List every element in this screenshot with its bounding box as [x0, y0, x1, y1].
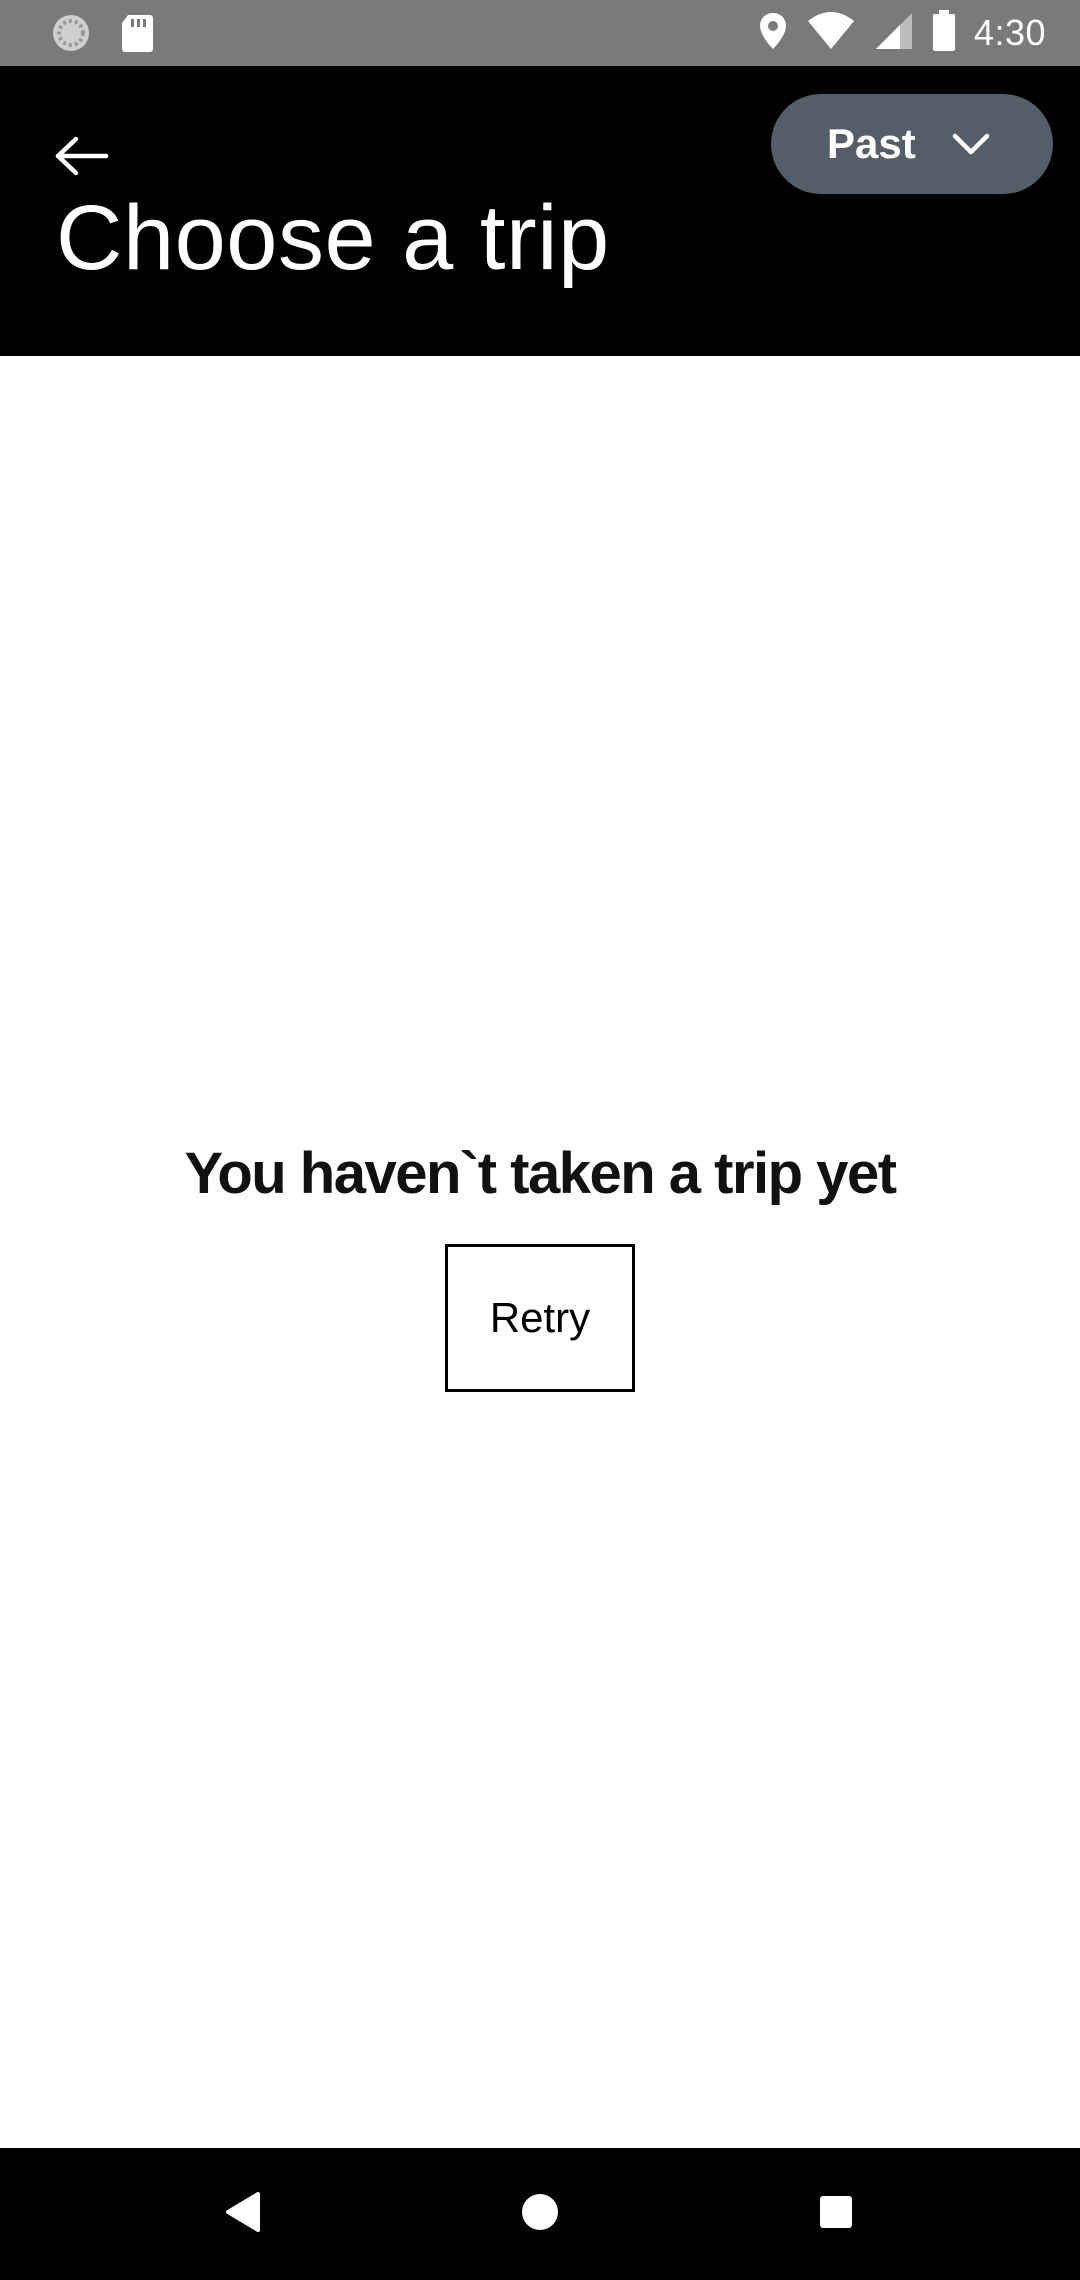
retry-button[interactable]: Retry: [445, 1244, 635, 1392]
status-right-icons: 4:30: [758, 8, 1046, 58]
home-circle-icon: [520, 2192, 560, 2237]
signal-icon: [874, 11, 914, 56]
arrow-left-icon: [54, 136, 110, 181]
status-time: 4:30: [973, 12, 1046, 53]
status-bar: 4:30: [0, 0, 1080, 66]
nav-back-button[interactable]: [202, 2178, 282, 2250]
nav-home-button[interactable]: [500, 2178, 580, 2250]
wifi-icon: [806, 11, 856, 56]
battery-icon: [932, 9, 956, 57]
location-icon: [758, 11, 788, 56]
sd-card-icon: [120, 13, 154, 58]
filter-selected-value: Past: [827, 120, 916, 167]
chevron-down-icon: [951, 126, 991, 162]
sync-icon: [50, 12, 92, 59]
back-triangle-icon: [222, 2190, 262, 2239]
status-left-icons: [50, 12, 154, 59]
recents-square-icon: [818, 2194, 854, 2235]
page-title: Choose a trip: [56, 187, 610, 289]
system-nav-bar: [0, 2148, 1080, 2280]
nav-recents-button[interactable]: [796, 2178, 876, 2250]
empty-state-message: You haven`t taken a trip yet: [184, 1141, 897, 1206]
trip-filter-dropdown[interactable]: Past: [771, 94, 1053, 194]
app-header: Past Choose a trip: [0, 66, 1080, 356]
